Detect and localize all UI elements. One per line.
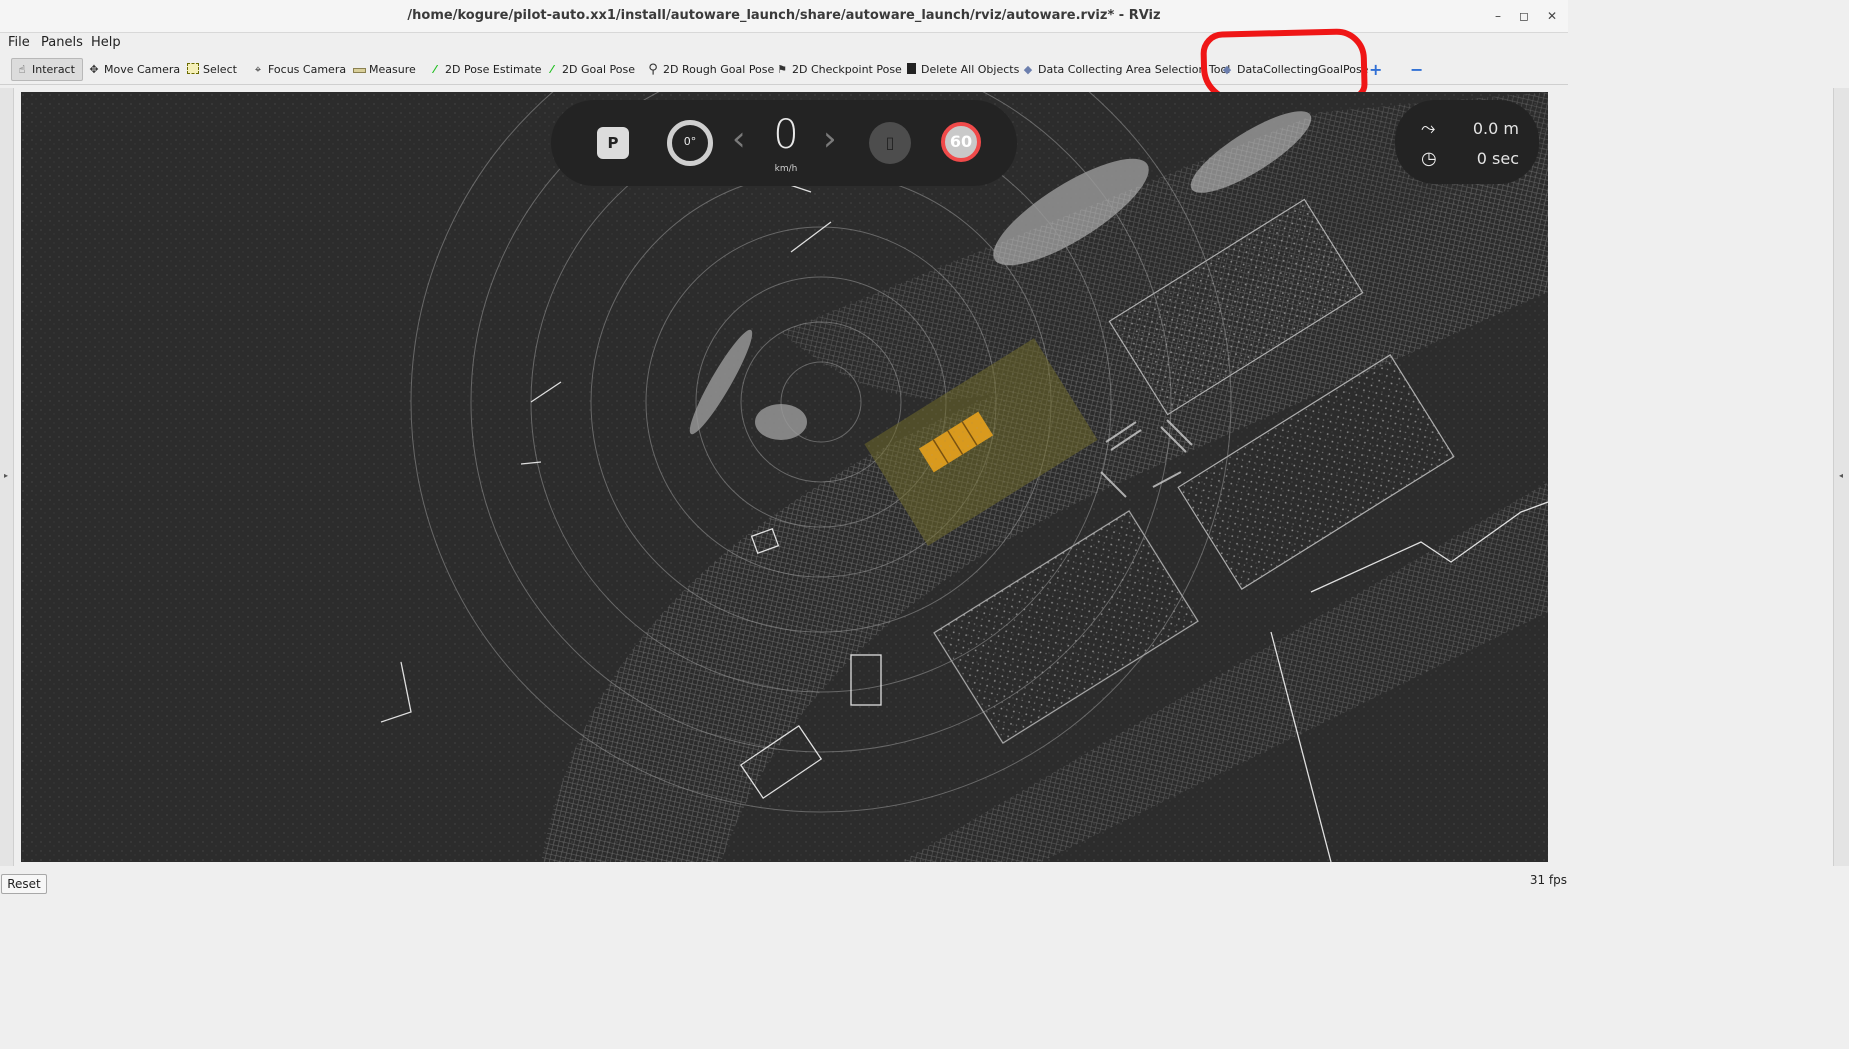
tool-label: Focus Camera bbox=[268, 63, 347, 76]
location-pin-icon: ⚲ bbox=[648, 61, 658, 77]
close-button[interactable]: ✕ bbox=[1544, 8, 1560, 24]
tool-2d-pose-estimate[interactable]: ⁄ 2D Pose Estimate bbox=[425, 58, 545, 81]
point-cloud-map bbox=[21, 92, 1548, 862]
route-info-panel: ⤳ 0.0 m ◷ 0 sec bbox=[1395, 100, 1539, 184]
tool-select[interactable]: Select bbox=[183, 58, 240, 81]
traffic-light-icon: ▯ bbox=[869, 122, 911, 164]
expand-left-icon: ◂ bbox=[1839, 471, 1844, 480]
status-bar: Reset 31 fps bbox=[0, 866, 1568, 894]
trash-icon bbox=[904, 62, 918, 77]
diamond-icon: ◆ bbox=[1023, 62, 1033, 76]
steering-wheel-icon: 0° bbox=[667, 120, 713, 166]
tool-label: 2D Rough Goal Pose bbox=[663, 63, 775, 76]
reset-button[interactable]: Reset bbox=[1, 874, 47, 894]
vehicle-status-panel: P 0° ‹ 0 km/h › ▯ 60 bbox=[551, 100, 1017, 186]
flag-icon: ⚑ bbox=[777, 62, 787, 76]
tool-label: 2D Checkpoint Pose bbox=[792, 63, 902, 76]
move-arrows-icon: ✥ bbox=[89, 62, 99, 76]
tool-measure[interactable]: Measure bbox=[349, 58, 419, 81]
green-arrow-icon: ⁄ bbox=[551, 62, 553, 76]
speed-limit-sign: 60 bbox=[941, 122, 981, 162]
dashed-select-icon bbox=[186, 62, 200, 77]
add-tool-button[interactable]: + bbox=[1366, 58, 1385, 81]
steering-angle: 0° bbox=[683, 135, 697, 148]
menu-help[interactable]: Help bbox=[91, 35, 121, 50]
crosshair-icon: ⌖ bbox=[254, 62, 262, 76]
menu-panels[interactable]: Panels bbox=[41, 35, 83, 50]
left-dock-toggle[interactable]: ▸ bbox=[0, 88, 14, 866]
tool-2d-checkpoint-pose[interactable]: ⚑ 2D Checkpoint Pose bbox=[772, 58, 905, 81]
speed-value: 0 bbox=[773, 112, 799, 158]
ruler-icon bbox=[352, 63, 366, 77]
gear-indicator: P bbox=[597, 127, 629, 159]
tool-move-camera[interactable]: ✥ Move Camera bbox=[84, 58, 183, 81]
tool-label: Measure bbox=[369, 63, 416, 76]
timer-icon: ◷ bbox=[1421, 148, 1437, 169]
tool-delete-all-objects[interactable]: Delete All Objects bbox=[901, 58, 1022, 81]
speed-unit: km/h bbox=[774, 164, 798, 174]
tool-interact[interactable]: ☝ Interact bbox=[11, 58, 83, 81]
minimize-button[interactable]: – bbox=[1490, 8, 1506, 24]
route-icon: ⤳ bbox=[1421, 118, 1436, 139]
tool-label: Interact bbox=[32, 63, 75, 76]
remaining-time: 0 sec bbox=[1476, 149, 1519, 168]
remove-tool-button[interactable]: − bbox=[1407, 58, 1426, 81]
tool-label: Delete All Objects bbox=[921, 63, 1020, 76]
hand-pointer-icon: ☝ bbox=[18, 62, 26, 76]
maximize-button[interactable]: ◻ bbox=[1516, 8, 1532, 24]
window-title: /home/kogure/pilot-auto.xx1/install/auto… bbox=[407, 8, 1161, 23]
expand-right-icon: ▸ bbox=[4, 471, 9, 480]
right-dock-toggle[interactable]: ◂ bbox=[1833, 88, 1849, 866]
chevron-left-icon: ‹ bbox=[732, 119, 746, 159]
tool-2d-rough-goal-pose[interactable]: ⚲ 2D Rough Goal Pose bbox=[643, 58, 777, 81]
tool-label: 2D Goal Pose bbox=[562, 63, 635, 76]
tool-label: Move Camera bbox=[104, 63, 181, 76]
tool-2d-goal-pose[interactable]: ⁄ 2D Goal Pose bbox=[542, 58, 638, 81]
tool-focus-camera[interactable]: ⌖ Focus Camera bbox=[248, 58, 349, 81]
chevron-right-icon: › bbox=[823, 119, 837, 159]
green-arrow-icon: ⁄ bbox=[434, 62, 436, 76]
tool-label: Select bbox=[203, 63, 237, 76]
fps-counter: 31 fps bbox=[1529, 873, 1567, 887]
remaining-distance: 0.0 m bbox=[1472, 119, 1519, 138]
render-viewport[interactable]: P 0° ‹ 0 km/h › ▯ 60 ⤳ 0.0 m ◷ 0 sec bbox=[21, 92, 1548, 862]
tool-label: 2D Pose Estimate bbox=[445, 63, 542, 76]
menu-file[interactable]: File bbox=[8, 35, 30, 50]
